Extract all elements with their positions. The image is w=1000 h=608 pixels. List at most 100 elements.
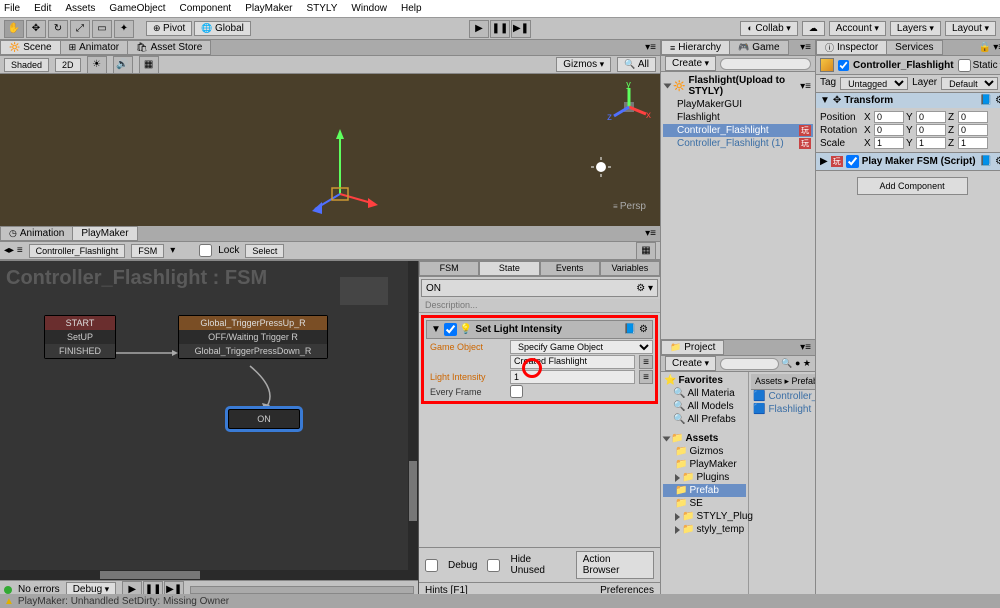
- scene-row[interactable]: 🔆Flashlight(Upload to STYLY)▾≡: [663, 74, 813, 98]
- hierarchy-item[interactable]: Flashlight: [663, 111, 813, 124]
- fx-toggle[interactable]: ▦: [139, 56, 159, 74]
- action-enable-checkbox[interactable]: [444, 323, 457, 336]
- project-create-dropdown[interactable]: Create ▾: [665, 356, 716, 371]
- hierarchy-search[interactable]: [720, 58, 811, 70]
- hierarchy-item[interactable]: PlayMakerGUI: [663, 98, 813, 111]
- mode2d-toggle[interactable]: 2D: [55, 58, 81, 72]
- pivot-toggle[interactable]: ⊕ Pivot: [146, 21, 192, 36]
- pm-object-dropdown[interactable]: Controller_Flashlight: [29, 244, 126, 258]
- cloud-button[interactable]: ☁: [802, 21, 825, 36]
- gameobject-icon[interactable]: [820, 58, 834, 72]
- play-button[interactable]: ▶: [469, 20, 489, 38]
- canvas-hscroll[interactable]: [0, 570, 408, 580]
- hide-unused-checkbox[interactable]: [487, 559, 500, 572]
- menu-styly[interactable]: STYLY: [306, 3, 337, 14]
- tab-animator[interactable]: ⊞ Animator: [60, 40, 129, 55]
- state-start-transition[interactable]: FINISHED: [45, 344, 115, 358]
- folder-item-selected[interactable]: 📁 Prefab: [663, 484, 746, 497]
- select-button[interactable]: Select: [245, 244, 284, 258]
- scale-tool[interactable]: ⤢: [70, 20, 90, 38]
- tab-playmaker[interactable]: PlayMaker: [72, 226, 137, 241]
- folder-item[interactable]: 📁 STYLY_Plug: [663, 510, 746, 523]
- action-help-icon[interactable]: 📘: [624, 324, 636, 335]
- folder-item[interactable]: 📁 SE: [663, 497, 746, 510]
- pm-fsm-dropdown[interactable]: FSM: [131, 244, 164, 258]
- action-gear-icon[interactable]: ⚙: [639, 324, 648, 335]
- gameobject-name[interactable]: Controller_Flashlight: [853, 60, 954, 71]
- tab-menu-icon[interactable]: ▾≡: [993, 42, 1000, 53]
- project-search[interactable]: [720, 358, 779, 370]
- state-off[interactable]: Global_TriggerPressUp_R OFF/Waiting Trig…: [178, 315, 328, 359]
- state-name-field[interactable]: ON ⚙ ▾: [421, 279, 658, 297]
- hierarchy-item[interactable]: Controller_Flashlight (1)玩: [663, 137, 813, 150]
- search-all-dropdown[interactable]: 🔍 All: [617, 57, 656, 72]
- pos-x[interactable]: [874, 111, 904, 123]
- menu-assets[interactable]: Assets: [65, 3, 95, 14]
- orientation-gizmo[interactable]: y x z: [604, 82, 652, 130]
- state-off-transition[interactable]: Global_TriggerPressDown_R: [179, 344, 327, 358]
- menu-edit[interactable]: Edit: [34, 3, 51, 14]
- tab-menu-icon[interactable]: ▾≡: [645, 42, 656, 53]
- step-button[interactable]: ▶❚: [511, 20, 531, 38]
- layers-dropdown[interactable]: Layers ▾: [890, 21, 941, 36]
- favorites-header[interactable]: ⭐ Favorites: [663, 374, 746, 387]
- foldout-icon[interactable]: ▶: [820, 156, 828, 167]
- scl-x[interactable]: [874, 137, 904, 149]
- account-dropdown[interactable]: Account ▾: [829, 21, 886, 36]
- move-gizmo[interactable]: [310, 124, 350, 204]
- tab-scene[interactable]: 🔆 Scene: [0, 40, 61, 55]
- tab-animation[interactable]: ◷ Animation: [0, 226, 73, 241]
- folder-item[interactable]: 📁 Plugins: [663, 471, 746, 484]
- static-checkbox[interactable]: [958, 59, 971, 72]
- rect-tool[interactable]: ▭: [92, 20, 112, 38]
- fsm-canvas[interactable]: Controller_Flashlight : FSM START SetUP …: [0, 261, 418, 580]
- gameobject-active-checkbox[interactable]: [838, 60, 849, 71]
- gear-icon[interactable]: ⚙: [995, 95, 1000, 106]
- scl-z[interactable]: [958, 137, 988, 149]
- foldout-icon[interactable]: ▼: [431, 324, 441, 335]
- tab-menu-icon[interactable]: ▾≡: [645, 228, 656, 239]
- help-icon[interactable]: 📘: [980, 95, 992, 106]
- rot-x[interactable]: [874, 124, 904, 136]
- menu-file[interactable]: File: [4, 3, 20, 14]
- variable-toggle-icon[interactable]: ≡: [639, 370, 653, 384]
- audio-toggle[interactable]: 🔊: [113, 56, 133, 74]
- subtab-events[interactable]: Events: [540, 261, 600, 276]
- lock-checkbox[interactable]: [199, 244, 212, 257]
- tab-inspector[interactable]: ⓘ Inspector: [816, 40, 887, 55]
- target-icon[interactable]: ≡: [639, 355, 653, 369]
- pause-button[interactable]: ❚❚: [490, 20, 510, 38]
- folder-item[interactable]: 📁 PlayMaker: [663, 458, 746, 471]
- component-enable-checkbox[interactable]: [846, 155, 859, 168]
- global-toggle[interactable]: 🌐 Global: [194, 21, 251, 36]
- tab-menu-icon[interactable]: ▾≡: [800, 342, 811, 353]
- minimap[interactable]: [340, 277, 388, 305]
- folder-item[interactable]: 📁 styly_temp: [663, 523, 746, 536]
- collab-dropdown[interactable]: ◐ Collab ▾: [740, 21, 797, 36]
- canvas-vscroll[interactable]: [408, 261, 418, 580]
- menu-help[interactable]: Help: [401, 3, 422, 14]
- subtab-variables[interactable]: Variables: [600, 261, 660, 276]
- tab-services[interactable]: Services: [886, 40, 942, 55]
- transform-tool[interactable]: ✦: [114, 20, 134, 38]
- lock-icon[interactable]: 🔒: [979, 42, 991, 53]
- every-frame-checkbox[interactable]: [510, 385, 523, 398]
- fav-item[interactable]: 🔍 All Models: [663, 400, 746, 413]
- action-set-light-intensity[interactable]: ▼ 💡 Set Light Intensity 📘 ⚙: [426, 320, 653, 339]
- state-description[interactable]: Description...: [419, 299, 660, 313]
- move-tool[interactable]: ✥: [26, 20, 46, 38]
- menu-playmaker[interactable]: PlayMaker: [245, 3, 292, 14]
- filter-icons[interactable]: 🔍 ● ★: [781, 358, 811, 369]
- help-icon[interactable]: 📘: [980, 156, 992, 167]
- gear-icon[interactable]: ⚙: [995, 156, 1000, 167]
- action-browser-button[interactable]: Action Browser: [576, 551, 654, 579]
- gear-icon[interactable]: ⚙ ▾: [636, 283, 653, 294]
- rot-y[interactable]: [916, 124, 946, 136]
- pos-y[interactable]: [916, 111, 946, 123]
- rot-z[interactable]: [958, 124, 988, 136]
- tag-dropdown[interactable]: Untagged: [840, 77, 908, 90]
- tab-game[interactable]: 🎮 Game: [729, 40, 788, 55]
- status-message[interactable]: PlayMaker: Unhandled SetDirty: Missing O…: [18, 596, 229, 607]
- shading-dropdown[interactable]: Shaded: [4, 58, 49, 72]
- subtab-state[interactable]: State: [479, 261, 539, 276]
